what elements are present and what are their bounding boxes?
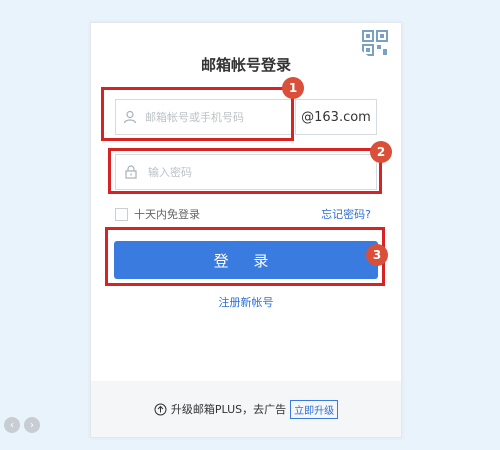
page-title: 邮箱帐号登录 [200, 56, 291, 74]
annotation-box-3 [105, 227, 385, 286]
annotation-badge-3: 3 [366, 244, 388, 266]
forgot-password-link[interactable]: 忘记密码? [321, 206, 371, 222]
annotation-box-1 [101, 87, 294, 141]
register-link[interactable]: 注册新帐号 [91, 294, 401, 310]
domain-suffix: @163.com [295, 99, 377, 135]
arrow-up-circle-icon [154, 403, 167, 415]
upgrade-banner: 升级邮箱PLUS，去广告 立即升级 [91, 381, 401, 437]
remember-label: 十天内免登录 [134, 208, 200, 221]
next-icon[interactable]: › [24, 417, 40, 433]
nav-controls: ‹ › [4, 417, 40, 433]
remember-me[interactable]: 十天内免登录 [115, 206, 200, 222]
prev-icon[interactable]: ‹ [4, 417, 20, 433]
upgrade-now-button[interactable]: 立即升级 [290, 399, 339, 419]
annotation-badge-2: 2 [370, 141, 392, 163]
upgrade-text: 升级邮箱PLUS，去广告 [170, 403, 287, 416]
remember-checkbox[interactable] [115, 207, 128, 221]
annotation-box-2 [108, 148, 382, 194]
annotation-badge-1: 1 [282, 77, 304, 99]
